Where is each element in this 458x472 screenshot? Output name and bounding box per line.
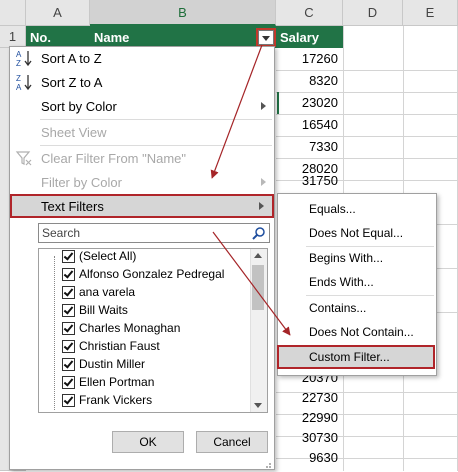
arrow-to-text-filters — [210, 44, 263, 179]
arrow-to-custom-filter — [212, 231, 291, 336]
annotation-arrows — [210, 44, 291, 336]
